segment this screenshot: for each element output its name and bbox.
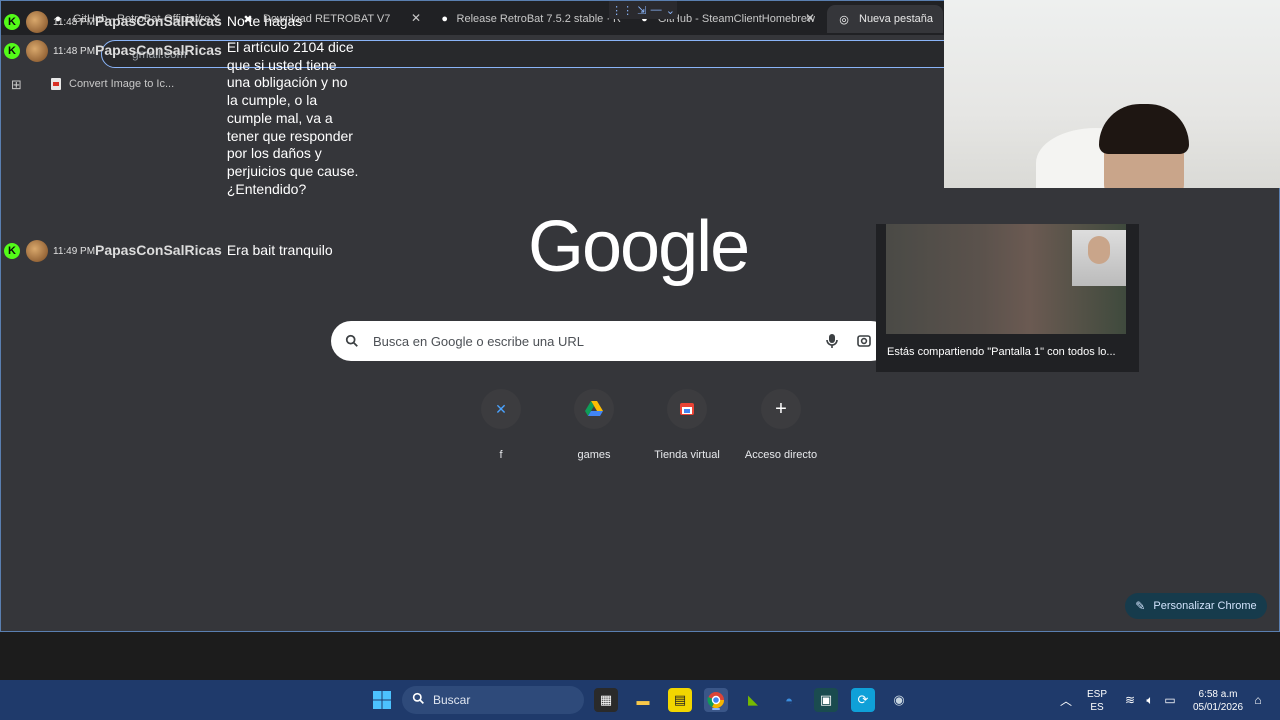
kick-icon: K <box>4 14 20 30</box>
chat-text: No te hagas <box>226 13 303 29</box>
sticky-notes-icon[interactable]: ▤ <box>668 688 692 712</box>
chat-username: PapasConSalRicas <box>95 13 222 29</box>
avatar <box>26 240 48 262</box>
store-icon <box>667 389 707 429</box>
shortcut-f[interactable]: ✕ f <box>456 389 546 461</box>
webcam-overlay <box>944 0 1280 188</box>
chevron-down-icon[interactable]: ⌄ <box>666 4 675 17</box>
search-placeholder: Busca en Google o escribe una URL <box>373 333 585 349</box>
search-icon <box>412 692 425 708</box>
taskbar-search[interactable]: Buscar <box>402 686 584 714</box>
kick-icon: K <box>4 43 20 59</box>
close-icon[interactable]: ✕ <box>805 11 815 25</box>
nvidia-icon[interactable]: ◣ <box>741 688 765 712</box>
kick-icon: K <box>4 243 20 259</box>
avatar <box>26 11 48 33</box>
google-drive-icon <box>574 389 614 429</box>
pencil-icon: ✎ <box>1135 599 1146 613</box>
share-mini-controls: ⋮⋮ ⇲ — ⌄ <box>609 1 677 19</box>
file-explorer-icon[interactable]: ▬ <box>631 688 655 712</box>
chrome-icon: ◎ <box>839 13 849 26</box>
chat-text: Era bait tranquilo <box>226 242 333 258</box>
steam-icon[interactable]: ◉ <box>887 688 911 712</box>
tab-release-retrobat[interactable]: ● Release RetroBat 7.5.2 stable · R <box>431 5 631 33</box>
search-icon <box>345 334 358 347</box>
close-icon[interactable]: ✕ <box>411 11 421 25</box>
microphone-icon[interactable] <box>821 330 843 352</box>
drag-handle-icon[interactable]: ⋮⋮ <box>611 4 633 17</box>
sync-app-icon[interactable]: ⟳ <box>851 688 875 712</box>
google-lens-icon[interactable] <box>853 330 875 352</box>
chevron-up-icon[interactable]: ︿ <box>1054 688 1078 712</box>
github-icon: ● <box>441 13 449 25</box>
share-caption: Estás compartiendo "Pantalla 1" con todo… <box>887 346 1116 358</box>
screen-share-popup: Estás compartiendo "Pantalla 1" con todo… <box>876 224 1139 372</box>
taskbar: Buscar ▦ ▬ ▤ ◣ ◓ ▣ ⟳ ◉ ︿ ESP ES ≋ 🔈︎ ▭ 6… <box>0 680 1280 720</box>
chat-message: K 11:49 PM PapasConSalRicas Era bait tra… <box>4 240 333 262</box>
share-preview-person <box>1072 230 1126 286</box>
shortcut-games[interactable]: games <box>549 389 639 461</box>
avatar <box>26 40 48 62</box>
language-indicator[interactable]: ESP ES <box>1084 688 1110 714</box>
shortcut-tienda-virtual[interactable]: Tienda virtual <box>642 389 732 461</box>
share-preview <box>886 224 1126 334</box>
plus-icon: + <box>761 389 801 429</box>
google-logo: Google <box>528 207 750 287</box>
notification-icon[interactable]: ⌂ <box>1246 688 1270 712</box>
clock[interactable]: 6:58 a.m 05/01/2026 <box>1186 688 1250 714</box>
chat-message: K 11:48 PM PapasConSalRicas No te hagas <box>4 11 303 33</box>
tab-nueva-pestana[interactable]: ◎ Nueva pestaña <box>827 5 943 33</box>
collapse-icon[interactable]: ⇲ <box>637 4 646 17</box>
shortcut-f-icon: ✕ <box>481 389 521 429</box>
shortcut-add[interactable]: + Acceso directo <box>736 389 826 461</box>
google-search-box[interactable]: Busca en Google o escribe una URL <box>331 321 891 361</box>
retrobat-icon[interactable]: ▣ <box>814 688 838 712</box>
windows-start-icon[interactable] <box>370 688 394 712</box>
chrome-taskbar-icon[interactable] <box>704 688 728 712</box>
chat-message: K 11:48 PM PapasConSalRicas El artículo … <box>4 39 361 198</box>
chat-username: PapasConSalRicas <box>95 42 222 58</box>
active-indicator <box>712 708 720 710</box>
cloud-app-icon[interactable]: ◓ <box>777 688 801 712</box>
chat-username: PapasConSalRicas <box>95 242 222 258</box>
minimize-icon[interactable]: — <box>651 4 662 16</box>
battery-icon[interactable]: ▭ <box>1158 688 1182 712</box>
chat-text: El artículo 2104 dice que si usted tiene… <box>226 39 359 197</box>
store-app-icon[interactable]: ▦ <box>594 688 618 712</box>
customize-chrome-button[interactable]: ✎ Personalizar Chrome <box>1125 593 1267 619</box>
webcam-hair <box>1099 104 1189 154</box>
